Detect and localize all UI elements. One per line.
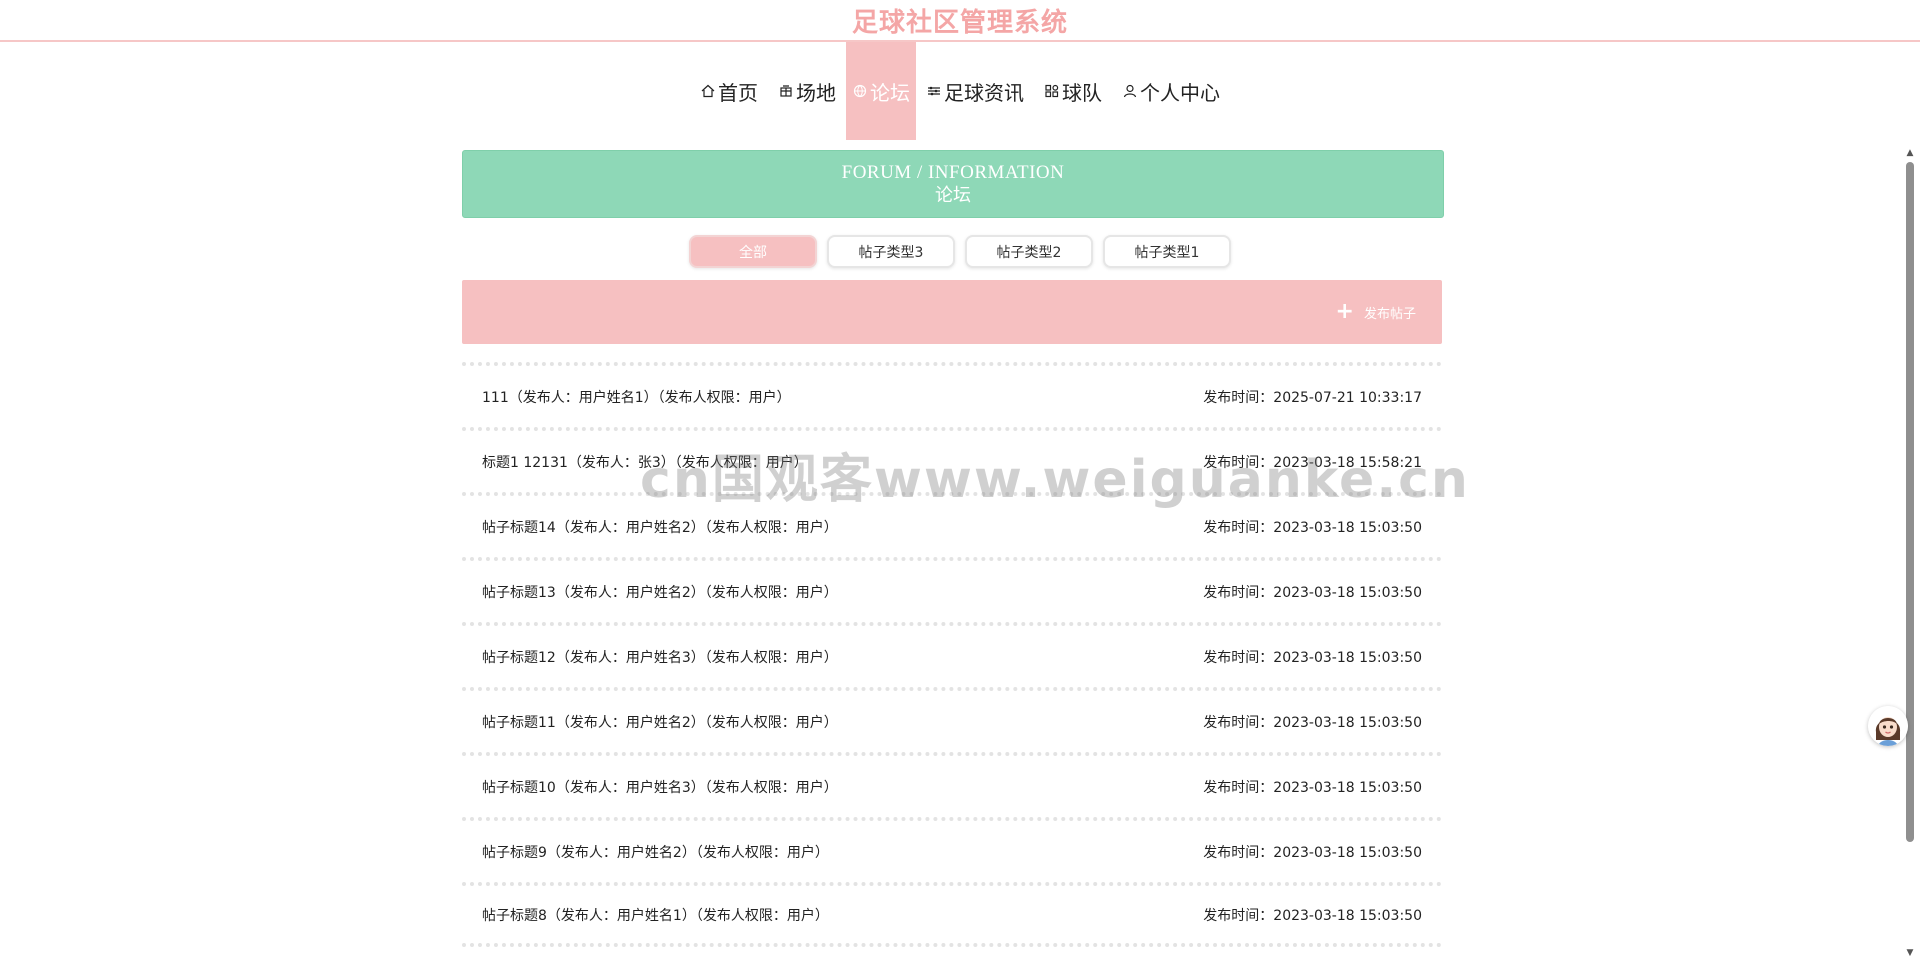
scroll-up-icon[interactable]: ▲ [1906, 148, 1914, 158]
nav-item-forum[interactable]: 论坛 [846, 42, 916, 140]
tab-all[interactable]: 全部 [689, 235, 817, 268]
post-time: 发布时间：2023-03-18 15:03:50 [1203, 907, 1422, 924]
nav-item-team[interactable]: 球队 [1034, 42, 1112, 140]
nav-item-home[interactable]: 首页 [690, 42, 768, 140]
user-icon [1122, 83, 1138, 99]
scroll-thumb[interactable] [1906, 162, 1914, 842]
post-time: 发布时间：2023-03-18 15:03:50 [1203, 844, 1422, 861]
assistant-avatar[interactable] [1868, 706, 1908, 746]
page-scrollbar[interactable]: ▲ ▼ [1906, 148, 1914, 958]
news-icon [926, 83, 942, 99]
post-title: 帖子标题9（发布人：用户姓名2）（发布人权限：用户） [482, 844, 829, 861]
banner-chinese: 论坛 [935, 185, 971, 205]
site-title: 足球社区管理系统 [0, 0, 1920, 42]
nav-label-forum: 论坛 [870, 80, 910, 105]
table-row[interactable]: 111（发布人：用户姓名1）（发布人权限：用户） 发布时间：2025-07-21… [462, 362, 1442, 427]
banner-english: FORUM / INFORMATION [841, 162, 1065, 183]
avatar-icon [1868, 706, 1908, 746]
nav-label-news: 足球资讯 [944, 80, 1024, 105]
post-time: 发布时间：2025-07-21 10:33:17 [1203, 389, 1422, 406]
nav-label-venue: 场地 [796, 80, 836, 105]
table-row[interactable]: 帖子标题11（发布人：用户姓名2）（发布人权限：用户） 发布时间：2023-03… [462, 687, 1442, 752]
action-bar: + 发布帖子 [462, 280, 1442, 344]
publish-post-label: 发布帖子 [1363, 306, 1416, 322]
post-title: 帖子标题11（发布人：用户姓名2）（发布人权限：用户） [482, 714, 838, 731]
scroll-down-icon[interactable]: ▼ [1906, 948, 1914, 958]
table-row[interactable]: 帖子标题9（发布人：用户姓名2）（发布人权限：用户） 发布时间：2023-03-… [462, 817, 1442, 882]
home-icon [700, 83, 716, 99]
nav-label-team: 球队 [1062, 80, 1102, 105]
tab-type1[interactable]: 帖子类型1 [1103, 235, 1231, 268]
post-time: 发布时间：2023-03-18 15:03:50 [1203, 519, 1422, 536]
post-list: 111（发布人：用户姓名1）（发布人权限：用户） 发布时间：2025-07-21… [462, 362, 1442, 947]
forum-banner: FORUM / INFORMATION 论坛 [462, 150, 1444, 218]
table-row[interactable]: 帖子标题8（发布人：用户姓名1）（发布人权限：用户） 发布时间：2023-03-… [462, 882, 1442, 947]
tab-type3[interactable]: 帖子类型3 [827, 235, 955, 268]
nav-label-home: 首页 [718, 80, 758, 105]
nav-item-venue[interactable]: 场地 [768, 42, 846, 140]
post-title: 帖子标题10（发布人：用户姓名3）（发布人权限：用户） [482, 779, 838, 796]
nav-label-profile: 个人中心 [1140, 80, 1220, 105]
venue-icon [778, 83, 794, 99]
plus-icon: + [1335, 299, 1354, 324]
post-title: 111（发布人：用户姓名1）（发布人权限：用户） [482, 389, 791, 406]
table-row[interactable]: 帖子标题13（发布人：用户姓名2）（发布人权限：用户） 发布时间：2023-03… [462, 557, 1442, 622]
table-row[interactable]: 帖子标题12（发布人：用户姓名3）（发布人权限：用户） 发布时间：2023-03… [462, 622, 1442, 687]
app-root: 足球社区管理系统 首页 场地 论坛 足球资讯 球队 个人中心 FORUM / I… [0, 0, 1920, 966]
post-title: 帖子标题13（发布人：用户姓名2）（发布人权限：用户） [482, 584, 838, 601]
post-time: 发布时间：2023-03-18 15:03:50 [1203, 714, 1422, 731]
tab-type2[interactable]: 帖子类型2 [965, 235, 1093, 268]
post-title: 帖子标题12（发布人：用户姓名3）（发布人权限：用户） [482, 649, 838, 666]
post-time: 发布时间：2023-03-18 15:03:50 [1203, 779, 1422, 796]
post-time: 发布时间：2023-03-18 15:58:21 [1203, 454, 1422, 471]
post-title: 帖子标题14（发布人：用户姓名2）（发布人权限：用户） [482, 519, 838, 536]
post-time: 发布时间：2023-03-18 15:03:50 [1203, 649, 1422, 666]
main-nav: 首页 场地 论坛 足球资讯 球队 个人中心 [0, 42, 1920, 140]
table-row[interactable]: 帖子标题14（发布人：用户姓名2）（发布人权限：用户） 发布时间：2023-03… [462, 492, 1442, 557]
category-tabs: 全部 帖子类型3 帖子类型2 帖子类型1 [0, 235, 1920, 268]
post-time: 发布时间：2023-03-18 15:03:50 [1203, 584, 1422, 601]
nav-item-profile[interactable]: 个人中心 [1112, 42, 1230, 140]
publish-post-button[interactable]: + 发布帖子 [1336, 301, 1416, 323]
post-title: 帖子标题8（发布人：用户姓名1）（发布人权限：用户） [482, 907, 829, 924]
team-icon [1044, 83, 1060, 99]
forum-icon [852, 83, 868, 99]
nav-item-news[interactable]: 足球资讯 [916, 42, 1034, 140]
table-row[interactable]: 标题1 12131（发布人：张3）（发布人权限：用户） 发布时间：2023-03… [462, 427, 1442, 492]
post-title: 标题1 12131（发布人：张3）（发布人权限：用户） [482, 454, 808, 471]
table-row[interactable]: 帖子标题10（发布人：用户姓名3）（发布人权限：用户） 发布时间：2023-03… [462, 752, 1442, 817]
